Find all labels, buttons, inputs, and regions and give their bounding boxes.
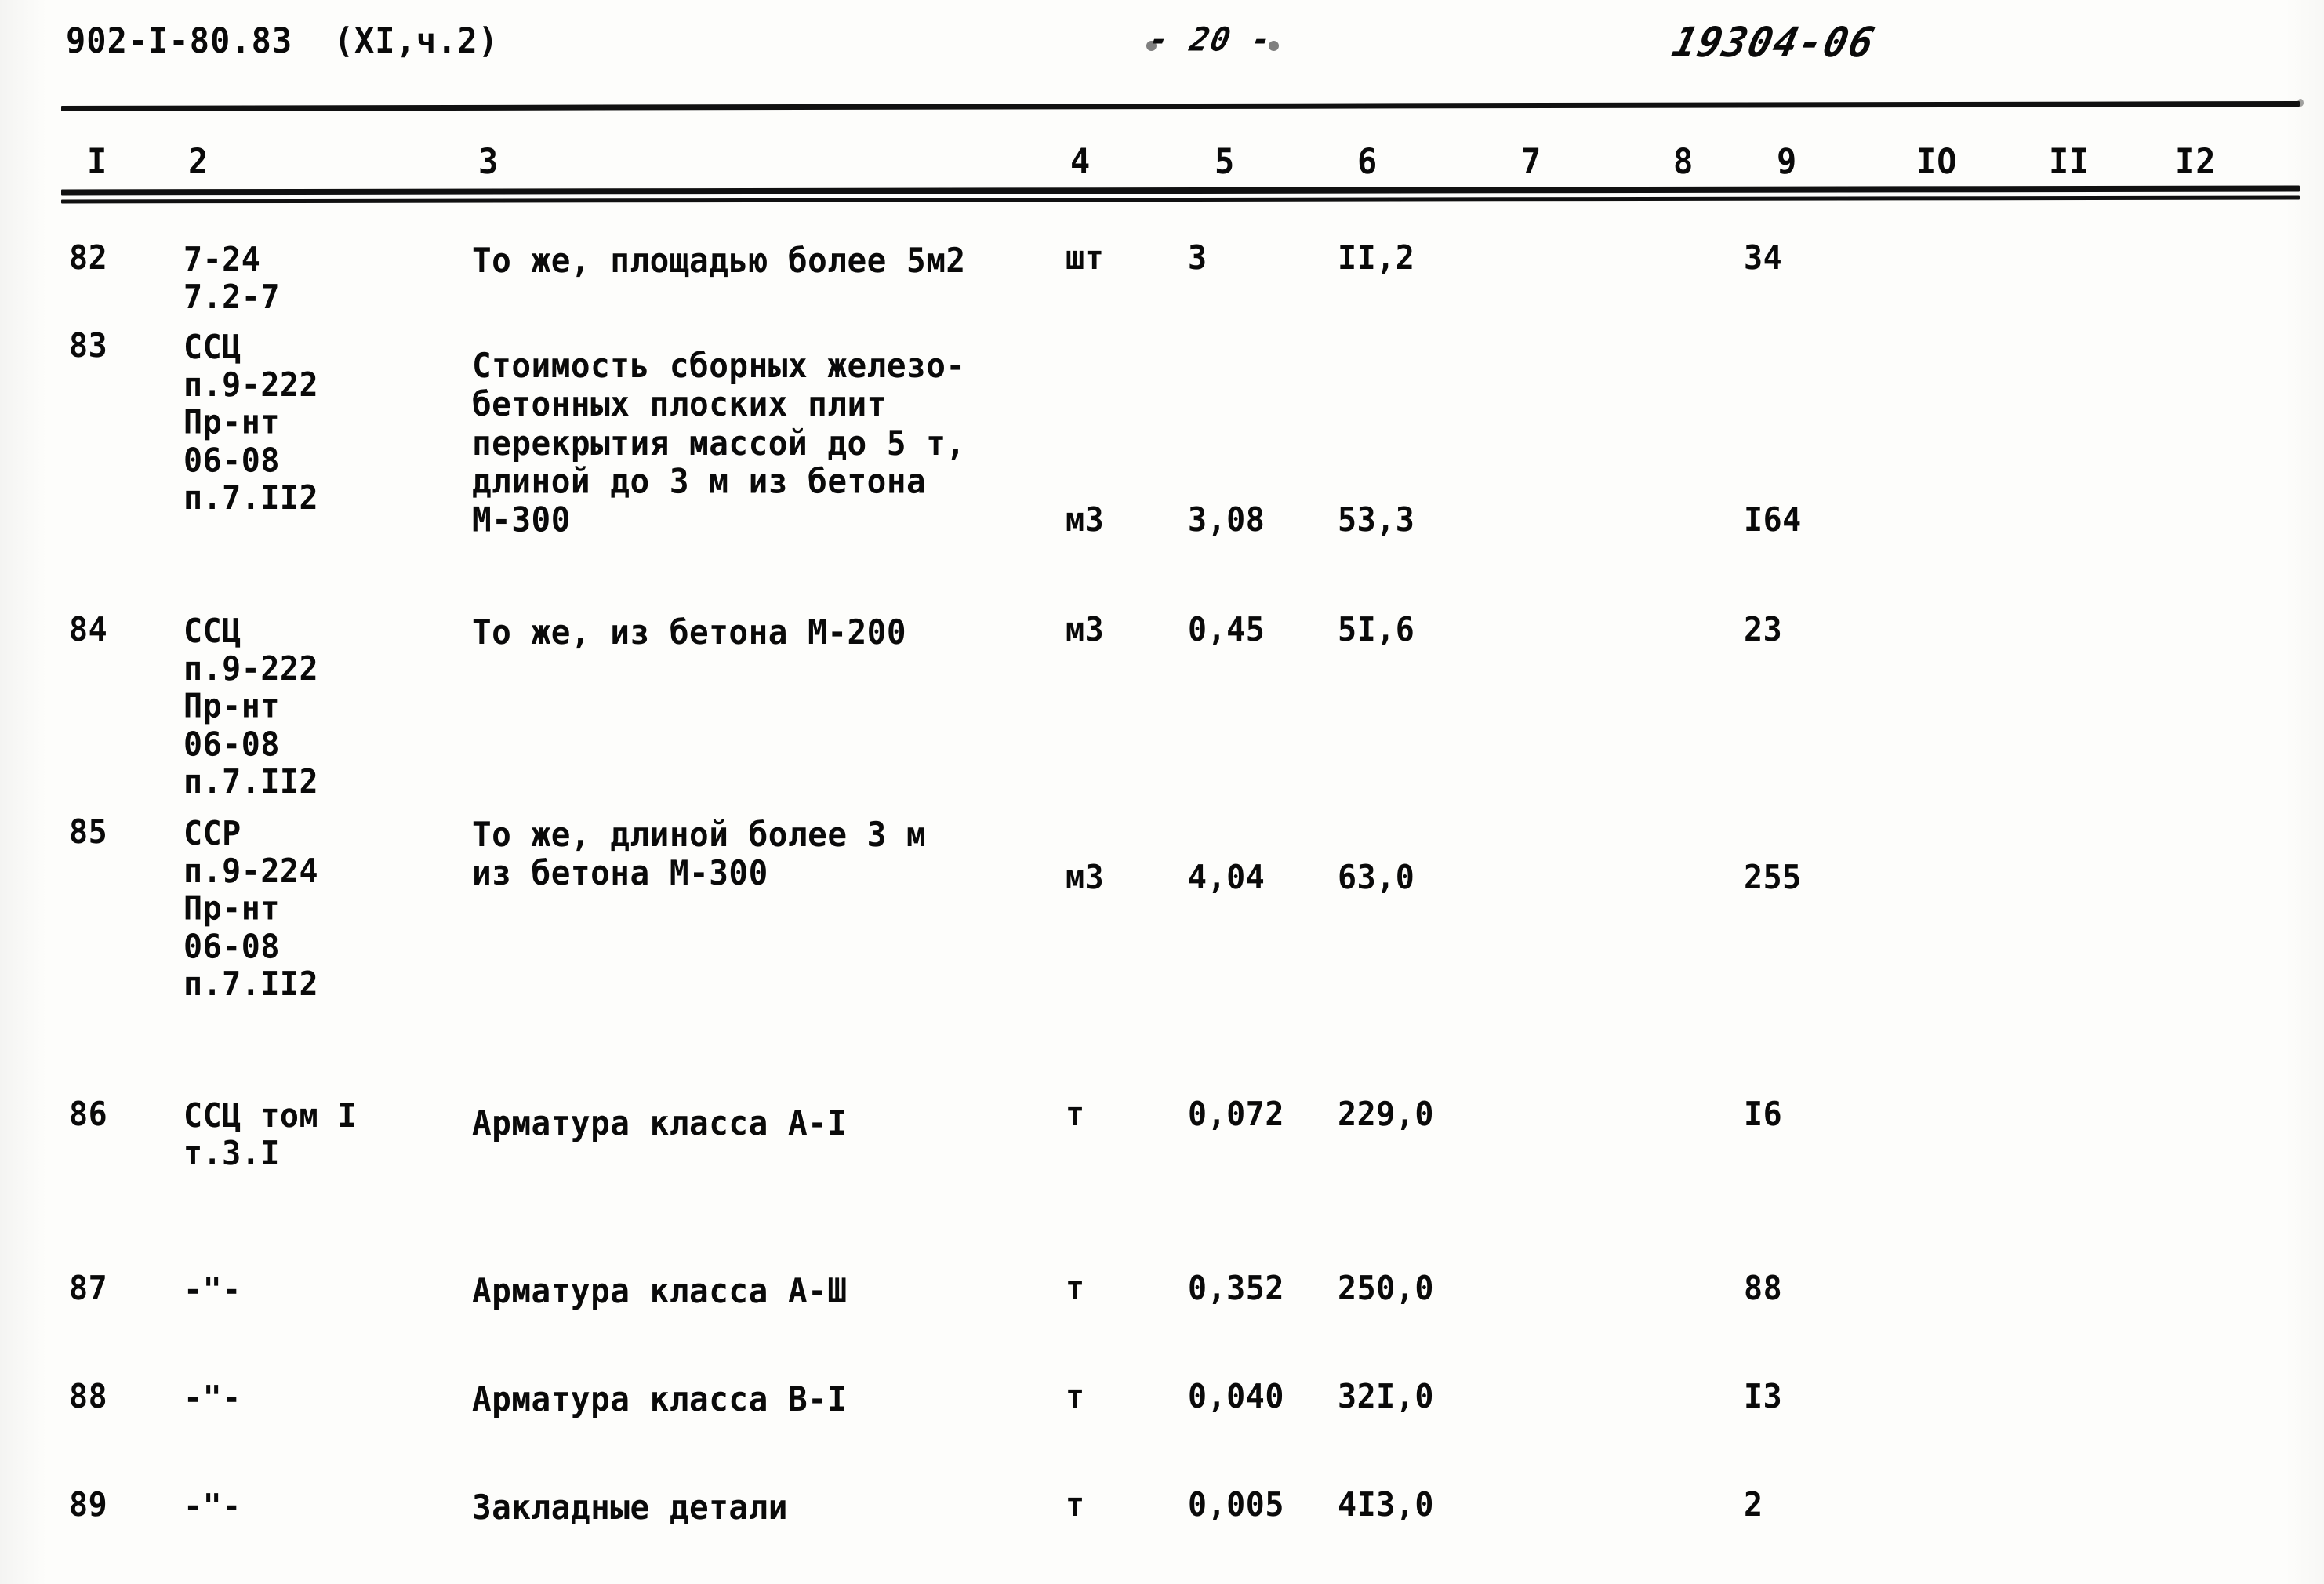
- row-description-cell: Арматура класса А-I: [472, 1103, 848, 1143]
- row-quantity-cell: 4,04: [1188, 858, 1265, 897]
- row-quantity-cell: 0,352: [1188, 1269, 1284, 1308]
- row-quantity-cell: 0,072: [1188, 1095, 1284, 1134]
- header-rule-middle: [60, 185, 2300, 196]
- row-unit-price-cell: 229,0: [1338, 1095, 1434, 1134]
- row-total-cost-cell: 23: [1744, 610, 1783, 649]
- row-quantity-cell: 0,45: [1188, 610, 1265, 649]
- column-number-9: 9: [1777, 140, 1798, 182]
- row-total-cost-cell: I64: [1744, 500, 1802, 540]
- row-unit-cell: м3: [1066, 610, 1105, 649]
- row-quantity-cell: 0,005: [1188, 1485, 1284, 1524]
- column-number-5: 5: [1215, 140, 1236, 182]
- row-total-cost-cell: 88: [1744, 1269, 1783, 1308]
- row-unit-price-cell: 32I,0: [1338, 1377, 1434, 1416]
- row-description-cell: То же, площадью более 5м2: [472, 240, 966, 281]
- scan-speckle: [2297, 99, 2304, 107]
- row-description-cell: То же, из бетона М-200: [472, 612, 907, 652]
- column-number-2: 2: [188, 140, 209, 182]
- header-rule-top: [60, 101, 2300, 111]
- row-description-cell: То же, длиной более 3 м из бетона М-300: [472, 814, 927, 893]
- column-number-8: 8: [1673, 140, 1694, 182]
- row-unit-price-cell: 4I3,0: [1338, 1485, 1434, 1524]
- row-number-cell: 83: [69, 326, 108, 365]
- row-reference-cell: -"-: [183, 1379, 241, 1418]
- row-quantity-cell: 0,040: [1188, 1377, 1284, 1416]
- row-total-cost-cell: I3: [1744, 1377, 1783, 1416]
- row-reference-cell: ССЦ п.9-222 Пр-нт 06-08 п.7.II2: [183, 612, 319, 801]
- sheet-code: 19304-06: [1667, 18, 1880, 67]
- row-reference-cell: ССР п.9-224 Пр-нт 06-08 п.7.II2: [183, 814, 319, 1004]
- column-number-6: 6: [1357, 140, 1378, 182]
- row-number-cell: 85: [69, 812, 108, 852]
- row-unit-price-cell: 53,3: [1338, 500, 1415, 540]
- row-unit-cell: т: [1066, 1269, 1085, 1308]
- document-number: 902-I-80.83 (XI,ч.2): [66, 20, 499, 61]
- scan-speckle: [1269, 41, 1279, 51]
- column-number-11: II: [2049, 140, 2090, 182]
- row-quantity-cell: 3,08: [1188, 500, 1265, 540]
- row-quantity-cell: 3: [1188, 238, 1207, 278]
- scan-speckle: [1146, 41, 1157, 51]
- row-number-cell: 82: [69, 238, 108, 278]
- row-unit-cell: м3: [1066, 500, 1105, 540]
- row-unit-cell: т: [1066, 1377, 1085, 1416]
- column-number-4: 4: [1070, 140, 1091, 182]
- row-unit-price-cell: II,2: [1338, 238, 1415, 278]
- column-number-1: I: [87, 140, 108, 182]
- column-number-3: 3: [478, 140, 499, 182]
- row-description-cell: Стоимость сборных железо- бетонных плоск…: [472, 345, 966, 540]
- row-description-cell: Закладные детали: [472, 1487, 788, 1528]
- row-number-cell: 84: [69, 610, 108, 649]
- row-description-cell: Арматура класса А-Ш: [472, 1270, 848, 1311]
- row-reference-cell: -"-: [183, 1270, 241, 1310]
- row-number-cell: 87: [69, 1269, 108, 1308]
- scan-edge-shading: [0, 0, 2324, 1584]
- row-description-cell: Арматура класса В-I: [472, 1379, 848, 1419]
- row-number-cell: 89: [69, 1485, 108, 1524]
- page-number: - 20 -: [1146, 20, 1276, 59]
- row-number-cell: 88: [69, 1377, 108, 1416]
- column-number-12: I2: [2175, 140, 2217, 182]
- header-rule-bottom: [60, 195, 2300, 204]
- row-total-cost-cell: 34: [1744, 238, 1783, 278]
- row-unit-price-cell: 5I,6: [1338, 610, 1415, 649]
- column-number-10: IO: [1916, 140, 1958, 182]
- row-total-cost-cell: I6: [1744, 1095, 1783, 1134]
- row-reference-cell: -"-: [183, 1487, 241, 1526]
- row-unit-cell: шт: [1066, 238, 1105, 278]
- row-total-cost-cell: 2: [1744, 1485, 1763, 1524]
- row-unit-cell: т: [1066, 1095, 1085, 1134]
- row-unit-cell: т: [1066, 1485, 1085, 1524]
- column-number-7: 7: [1521, 140, 1542, 182]
- scanned-document-page: 902-I-80.83 (XI,ч.2) - 20 - 19304-06 I23…: [0, 0, 2324, 1584]
- row-unit-price-cell: 63,0: [1338, 858, 1415, 897]
- row-unit-cell: м3: [1066, 858, 1105, 897]
- row-number-cell: 86: [69, 1095, 108, 1134]
- row-total-cost-cell: 255: [1744, 858, 1802, 897]
- row-reference-cell: ССЦ п.9-222 Пр-нт 06-08 п.7.II2: [183, 328, 319, 518]
- row-unit-price-cell: 250,0: [1338, 1269, 1434, 1308]
- row-reference-cell: 7-24 7.2-7: [183, 240, 280, 317]
- row-reference-cell: ССЦ том I т.3.I: [183, 1096, 358, 1173]
